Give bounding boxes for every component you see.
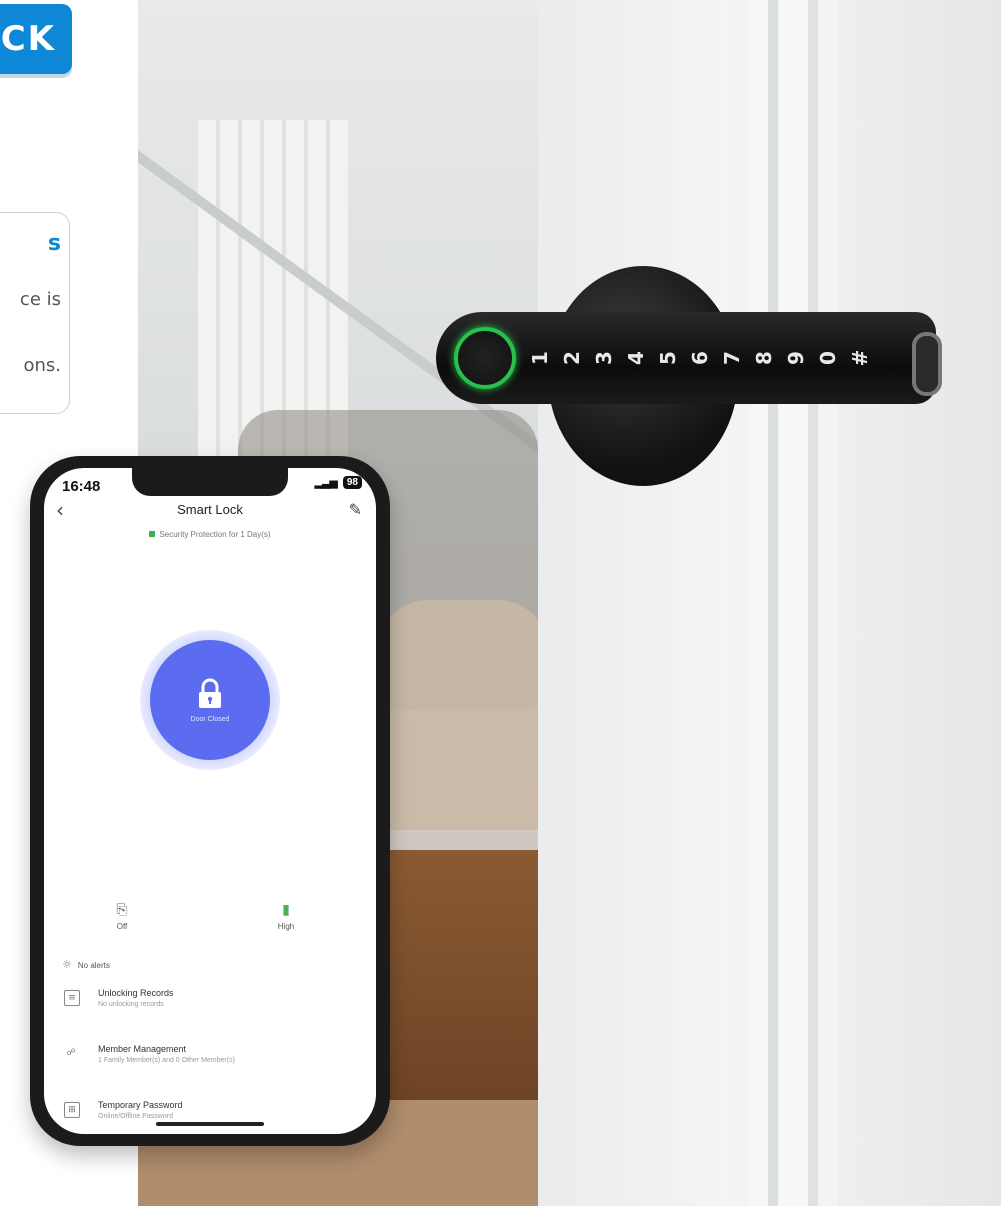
keypad: 1 2 3 4 5 6 7 8 9 0 # [528, 346, 872, 370]
menu-subtitle: 1 Family Member(s) and 0 Other Member(s) [98, 1057, 235, 1064]
home-indicator[interactable] [156, 1122, 264, 1126]
door-status[interactable]: ⎘ Off [92, 902, 152, 931]
security-text: Security Protection for 1 Day(s) [159, 530, 271, 539]
status-time: 16:48 [62, 478, 101, 495]
members-icon: ☍ [66, 1048, 76, 1058]
signal-icon: ▂▃▅ [314, 476, 337, 489]
battery-status-value: High [277, 922, 295, 931]
door-frame [748, 0, 838, 1206]
key-cylinder-icon [912, 332, 942, 396]
security-status: Security Protection for 1 Day(s) [44, 530, 376, 539]
padlock-icon [199, 678, 221, 708]
door-icon: ⎘ [116, 902, 128, 918]
keypad-key: 2 [560, 351, 584, 365]
menu-title: Member Management [98, 1044, 187, 1054]
keypad-key: 7 [720, 351, 744, 365]
menu-subtitle: No unlocking records [98, 1001, 164, 1008]
alert-sun-icon: ☼ [62, 958, 72, 971]
status-icons: ▂▃▅ 98 [314, 476, 362, 489]
password-icon: ⊞ [64, 1102, 80, 1118]
menu-title: Unlocking Records [98, 988, 174, 998]
menu-title: Temporary Password [98, 1100, 183, 1110]
menu-subtitle: Online/Offline Password [98, 1113, 173, 1120]
keypad-key: 5 [656, 351, 680, 365]
door-status-value: Off [116, 922, 128, 931]
keypad-key: 3 [592, 351, 616, 365]
alerts-text: No alerts [77, 961, 110, 970]
keypad-key: 6 [688, 351, 712, 365]
keypad-key: 4 [624, 351, 648, 365]
phone-notch [132, 468, 288, 496]
smartphone: 16:48 ▂▃▅ 98 ‹ Smart Lock ✎ Security Pro… [30, 456, 390, 1146]
app-screen: 16:48 ▂▃▅ 98 ‹ Smart Lock ✎ Security Pro… [44, 468, 376, 1134]
keypad-key: 1 [528, 351, 552, 365]
feature-card-title: s [47, 231, 61, 256]
feature-card-line-2: ons. [23, 355, 61, 376]
product-badge: CK [0, 4, 72, 74]
badge-text: CK [0, 19, 56, 59]
keypad-key: 9 [784, 351, 808, 365]
keypad-key: 0 [816, 351, 840, 365]
shield-icon [149, 531, 156, 537]
keypad-key: 8 [752, 351, 776, 365]
app-title: Smart Lock [177, 502, 243, 517]
side-table [378, 850, 548, 1100]
alerts-row[interactable]: ☼ No alerts [62, 958, 110, 971]
lock-button[interactable]: Door Closed [150, 640, 270, 760]
fingerprint-sensor-icon [454, 327, 516, 389]
edit-icon[interactable]: ✎ [349, 500, 362, 519]
feature-card: s ce is ons. [0, 212, 70, 414]
feature-card-line-1: ce is [19, 289, 61, 310]
battery-icon: 98 [342, 476, 362, 489]
app-header: ‹ Smart Lock ✎ [44, 498, 376, 528]
lock-state-label: Door Closed [190, 715, 230, 723]
battery-status[interactable]: ▮ High [256, 902, 316, 931]
keypad-key: # [848, 349, 872, 367]
armchair [378, 600, 548, 830]
lever-handle: 1 2 3 4 5 6 7 8 9 0 # [436, 312, 936, 404]
battery-level-icon: ▮ [282, 902, 290, 918]
records-icon: ≡ [64, 990, 80, 1006]
